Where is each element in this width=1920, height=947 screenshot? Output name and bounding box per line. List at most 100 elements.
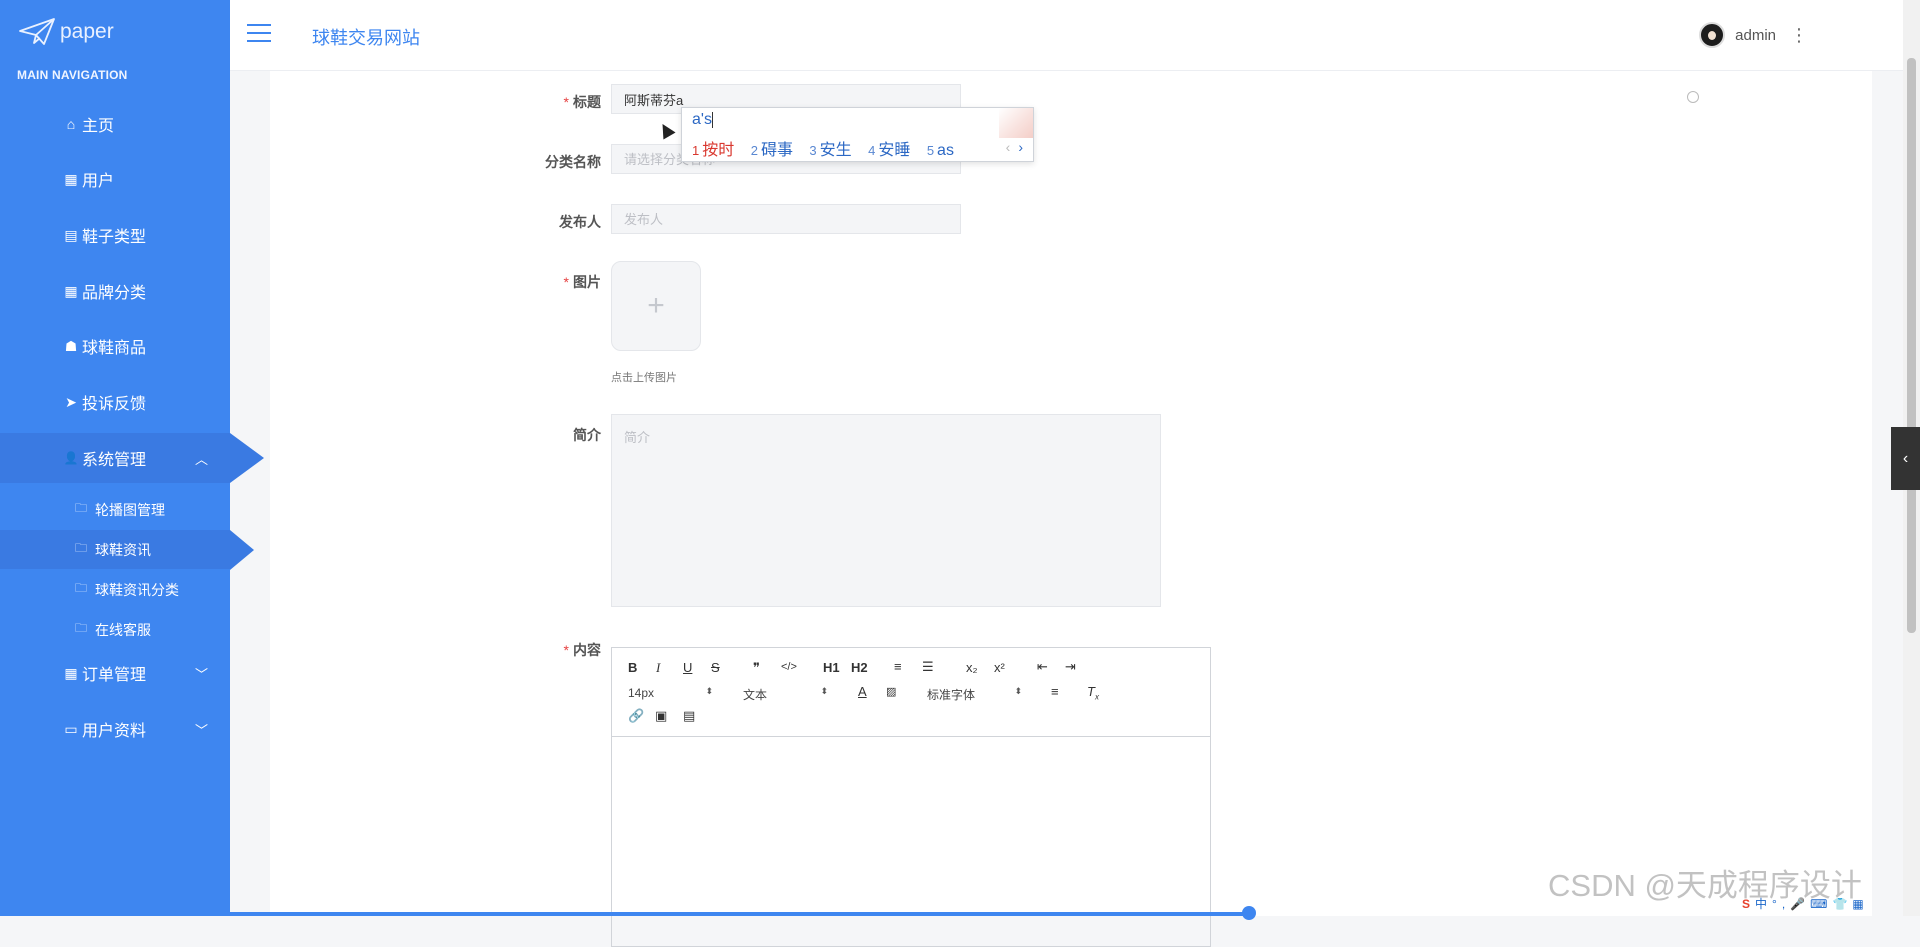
progress-handle[interactable] <box>1242 906 1256 920</box>
indent-button[interactable]: ⇥ <box>1065 659 1076 675</box>
content-label-text: 内容 <box>573 642 601 658</box>
sidebar-item-label: 系统管理 <box>82 452 147 469</box>
image-icon[interactable]: ▣ <box>655 708 667 724</box>
sidebar-item-label: 主页 <box>82 118 115 135</box>
sogou-icon[interactable]: S <box>1742 897 1755 911</box>
ime-candidate[interactable]: 1 按时 <box>692 142 734 159</box>
select-caret-icon: ⬍ <box>1014 686 1022 696</box>
chevron-down-icon: ﹀ <box>194 722 208 738</box>
sidebar-item-label: 鞋子类型 <box>82 229 147 246</box>
sidebar-item-system-management[interactable]: 👤 系统管理 ︿ <box>0 433 230 483</box>
ime-candidate[interactable]: 2 碍事 <box>751 142 793 159</box>
clear-format-icon[interactable]: Tx <box>1087 684 1099 702</box>
blockquote-button[interactable]: ❞ <box>753 660 760 676</box>
ime-candidate[interactable]: 4 安睡 <box>868 142 910 159</box>
intro-label: 简介 <box>573 427 601 443</box>
sidebar-subitem-label: 球鞋资讯 <box>95 541 151 558</box>
video-icon[interactable]: ▤ <box>683 708 695 724</box>
keyboard-icon[interactable]: ⌨ <box>1810 897 1832 911</box>
ime-candidate-popup: a's 1 按时 2 碍事 3 安生 4 安睡 5 as ‹ › <box>681 107 1034 162</box>
card-icon: ▭ <box>64 720 78 737</box>
folder-icon: 🗀 <box>75 541 88 555</box>
sidebar-item-label: 用户 <box>82 173 115 190</box>
intro-textarea[interactable] <box>611 414 1161 607</box>
bold-button[interactable]: B <box>628 660 637 675</box>
content-label: * 内容 <box>481 640 601 660</box>
h2-button[interactable]: H2 <box>851 660 868 675</box>
toolbox-icon[interactable]: ▦ <box>1852 897 1868 911</box>
prev-page-icon[interactable]: ‹ <box>1006 139 1011 155</box>
ime-tray-toolbar[interactable]: S中°,🎤⌨👕▦ <box>1742 895 1869 912</box>
ime-candidate-text: 碍事 <box>760 142 793 159</box>
ime-composition-text: a's <box>692 111 712 128</box>
avatar[interactable] <box>1699 22 1726 48</box>
sidebar-item-users[interactable]: ▦ 用户 <box>0 154 230 204</box>
required-marker: * <box>563 274 569 290</box>
punctuation-icon[interactable]: °, <box>1772 897 1790 911</box>
sidebar-subitem-news-categories[interactable]: 🗀 球鞋资讯分类 <box>0 570 230 609</box>
grid-icon: ▦ <box>64 282 78 299</box>
refresh-icon[interactable] <box>1687 91 1699 103</box>
bullet-list-button[interactable]: ☰ <box>922 659 934 675</box>
ime-candidate-number: 2 <box>750 143 758 158</box>
h1-button[interactable]: H1 <box>823 660 840 675</box>
align-icon[interactable]: ≡ <box>1051 684 1059 699</box>
user-menu[interactable]: admin ⋮ <box>1699 22 1808 48</box>
required-marker: * <box>563 94 569 110</box>
chevron-left-icon[interactable]: ‹ <box>1891 427 1920 490</box>
microphone-icon[interactable]: 🎤 <box>1790 897 1810 911</box>
ime-candidate[interactable]: 5 as <box>927 142 954 159</box>
nav-heading: MAIN NAVIGATION <box>17 68 128 82</box>
block-format-select[interactable]: 文本 ⬍ <box>743 686 828 703</box>
outdent-button[interactable]: ⇤ <box>1037 659 1048 675</box>
sidebar-subitem-sneaker-news[interactable]: 🗀 球鞋资讯 <box>0 530 230 569</box>
sidebar-item-brand-categories[interactable]: ▦ 品牌分类 <box>0 266 230 316</box>
more-vertical-icon[interactable]: ⋮ <box>1790 26 1808 44</box>
ime-candidate-number: 1 <box>692 143 700 158</box>
italic-button[interactable]: I <box>656 660 660 676</box>
ime-page-nav[interactable]: ‹ › <box>1006 139 1023 155</box>
brand-logo[interactable]: paper <box>18 14 114 50</box>
link-icon[interactable]: 🔗 <box>628 708 644 724</box>
sidebar-item-label: 用户资料 <box>82 723 147 740</box>
font-size-value: 14px <box>628 686 655 700</box>
sidebar-subitem-label: 球鞋资讯分类 <box>95 581 179 598</box>
sidebar-item-shoe-types[interactable]: ▤ 鞋子类型 <box>0 210 230 260</box>
title-label-text: 标题 <box>573 94 601 110</box>
sidebar-subitem-online-service[interactable]: 🗀 在线客服 <box>0 610 230 649</box>
strike-button[interactable]: S <box>711 660 720 675</box>
text-color-icon[interactable]: A <box>858 684 867 699</box>
grid-icon: ▦ <box>64 664 78 681</box>
subscript-button[interactable]: x₂ <box>966 660 978 675</box>
sidebar-subitem-label: 轮播图管理 <box>95 501 165 518</box>
username[interactable]: admin <box>1735 27 1776 44</box>
ime-candidate[interactable]: 3 安生 <box>809 142 851 159</box>
sidebar-item-home[interactable]: ⌂ 主页 <box>0 99 230 149</box>
bottom-progress-bar <box>0 912 1250 916</box>
publisher-input[interactable] <box>611 204 961 234</box>
ime-candidates: 1 按时 2 碍事 3 安生 4 安睡 5 as <box>692 136 966 160</box>
sidebar-item-user-profile[interactable]: ▭ 用户资料 ﹀ <box>0 704 230 754</box>
active-subitem-indicator <box>230 530 254 570</box>
underline-button[interactable]: U <box>683 660 692 675</box>
ime-candidate-number: 4 <box>868 143 876 158</box>
scrollbar-thumb[interactable] <box>1907 58 1916 633</box>
folder-icon: 🗀 <box>75 621 88 635</box>
superscript-button[interactable]: x² <box>994 660 1005 675</box>
skin-icon[interactable]: 👕 <box>1832 897 1852 911</box>
image-upload-button[interactable]: + <box>611 261 701 351</box>
sidebar-subitem-carousel[interactable]: 🗀 轮播图管理 <box>0 490 230 529</box>
ordered-list-button[interactable]: ≡ <box>894 659 902 674</box>
code-button[interactable]: </> <box>781 661 797 673</box>
sidebar-item-sneaker-products[interactable]: ☗ 球鞋商品 <box>0 321 230 371</box>
sidebar-item-complaints[interactable]: ➤ 投诉反馈 <box>0 377 230 427</box>
font-size-select[interactable]: 14px ⬍ <box>628 686 713 700</box>
background-color-icon[interactable]: ▨ <box>886 685 896 698</box>
next-page-icon[interactable]: › <box>1018 139 1023 155</box>
image-label: * 图片 <box>481 272 601 292</box>
font-family-select[interactable]: 标准字体 ⬍ <box>927 686 1022 703</box>
upload-tip: 点击上传图片 <box>611 372 677 384</box>
sidebar-item-order-management[interactable]: ▦ 订单管理 ﹀ <box>0 648 230 698</box>
chinese-mode-icon[interactable]: 中 <box>1755 897 1772 911</box>
menu-toggle-icon[interactable] <box>247 24 271 44</box>
